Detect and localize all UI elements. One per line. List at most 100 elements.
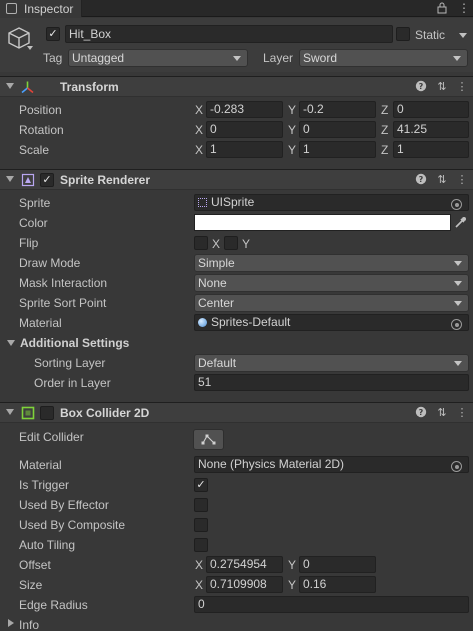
preset-icon[interactable]: ⇅ bbox=[435, 80, 449, 94]
scale-x-field[interactable]: 1 bbox=[206, 141, 283, 158]
used-by-effector-label: Used By Effector bbox=[19, 498, 109, 512]
sprite-renderer-header[interactable]: ✓ Sprite Renderer ? ⇅ ⋮ bbox=[0, 169, 473, 190]
axis-x-label[interactable]: X bbox=[195, 143, 203, 157]
scale-y-field[interactable]: 1 bbox=[299, 141, 376, 158]
eyedropper-icon[interactable] bbox=[454, 216, 467, 229]
sprite-renderer-foldout-icon[interactable] bbox=[6, 176, 14, 182]
layer-dropdown[interactable]: Sword bbox=[299, 49, 468, 67]
auto-tiling-checkbox[interactable] bbox=[194, 538, 208, 552]
axis-x-label[interactable]: X bbox=[195, 578, 203, 592]
help-icon[interactable]: ? bbox=[414, 80, 428, 94]
edit-collider-label: Edit Collider bbox=[19, 430, 84, 444]
axis-z-label[interactable]: Z bbox=[381, 143, 388, 157]
sprite-object-field[interactable]: UISprite bbox=[194, 194, 469, 211]
size-y-field[interactable]: 0.16 bbox=[299, 576, 376, 593]
box-collider-foldout-icon[interactable] bbox=[6, 409, 14, 415]
axis-z-label[interactable]: Z bbox=[381, 123, 388, 137]
active-checkbox[interactable]: ✓ bbox=[46, 27, 60, 41]
scale-z-field[interactable]: 1 bbox=[393, 141, 469, 158]
edge-radius-field[interactable]: 0 bbox=[194, 596, 469, 613]
rotation-x-field[interactable]: 0 bbox=[206, 121, 283, 138]
tab-inspector[interactable]: Inspector bbox=[0, 0, 82, 17]
mask-interaction-row: Mask Interaction None bbox=[0, 273, 473, 293]
axis-z-label[interactable]: Z bbox=[381, 103, 388, 117]
collider-material-field[interactable]: None (Physics Material 2D) bbox=[194, 456, 469, 473]
component-menu-icon[interactable]: ⋮ bbox=[455, 80, 469, 94]
static-dropdown-arrow-icon[interactable] bbox=[459, 33, 467, 38]
draw-mode-label: Draw Mode bbox=[19, 256, 81, 270]
position-y-field[interactable]: -0.2 bbox=[299, 101, 376, 118]
sprite-value: UISprite bbox=[211, 195, 255, 209]
additional-settings-label: Additional Settings bbox=[20, 336, 130, 350]
axis-y-label[interactable]: Y bbox=[288, 578, 296, 592]
position-x-field[interactable]: -0.283 bbox=[206, 101, 283, 118]
size-x-field[interactable]: 0.7109908 bbox=[206, 576, 283, 593]
component-menu-icon[interactable]: ⋮ bbox=[455, 406, 469, 420]
used-by-composite-checkbox[interactable] bbox=[194, 518, 208, 532]
tag-label: Tag bbox=[43, 51, 63, 65]
draw-mode-value: Simple bbox=[198, 256, 235, 270]
rotation-z-field[interactable]: 41.25 bbox=[393, 121, 469, 138]
axis-y-label[interactable]: Y bbox=[288, 143, 296, 157]
edge-radius-row: Edge Radius 0 bbox=[0, 595, 473, 615]
is-trigger-row: Is Trigger ✓ bbox=[0, 475, 473, 495]
draw-mode-dropdown[interactable]: Simple bbox=[194, 254, 469, 272]
axis-y-label[interactable]: Y bbox=[288, 103, 296, 117]
order-in-layer-field[interactable]: 51 bbox=[194, 374, 469, 391]
rotation-y-field[interactable]: 0 bbox=[299, 121, 376, 138]
sprite-sort-point-dropdown[interactable]: Center bbox=[194, 294, 469, 312]
lock-icon[interactable] bbox=[437, 2, 447, 14]
box-collider-header[interactable]: Box Collider 2D ? ⇅ ⋮ bbox=[0, 402, 473, 423]
static-checkbox[interactable] bbox=[396, 27, 410, 41]
inspector-tab-icon bbox=[6, 3, 17, 14]
transform-foldout-icon[interactable] bbox=[6, 83, 14, 89]
gameobject-name-field[interactable]: Hit_Box bbox=[65, 25, 393, 43]
preset-icon[interactable]: ⇅ bbox=[435, 406, 449, 420]
used-by-composite-row: Used By Composite bbox=[0, 515, 473, 535]
more-menu-icon[interactable]: ⋮ bbox=[458, 1, 470, 15]
mask-interaction-label: Mask Interaction bbox=[19, 276, 108, 290]
used-by-effector-row: Used By Effector bbox=[0, 495, 473, 515]
tag-dropdown[interactable]: Untagged bbox=[68, 49, 248, 67]
axis-x-label[interactable]: X bbox=[195, 558, 203, 572]
edge-radius-label: Edge Radius bbox=[19, 598, 88, 612]
sprite-renderer-enabled-checkbox[interactable]: ✓ bbox=[40, 173, 54, 187]
offset-x-field[interactable]: 0.2754954 bbox=[206, 556, 283, 573]
axis-x-label[interactable]: X bbox=[195, 103, 203, 117]
additional-settings-foldout-icon[interactable] bbox=[7, 340, 15, 346]
object-picker-icon[interactable] bbox=[451, 461, 462, 472]
rotation-row: Rotation X 0 Y 0 Z 41.25 bbox=[0, 120, 473, 140]
flip-label: Flip bbox=[19, 236, 39, 250]
sorting-layer-dropdown[interactable]: Default bbox=[194, 354, 469, 372]
collider-material-value: None (Physics Material 2D) bbox=[198, 457, 345, 471]
is-trigger-checkbox[interactable]: ✓ bbox=[194, 478, 208, 492]
icon-dropdown-arrow-icon[interactable] bbox=[27, 46, 33, 50]
transform-header[interactable]: Transform ? ⇅ ⋮ bbox=[0, 76, 473, 97]
component-menu-icon[interactable]: ⋮ bbox=[455, 173, 469, 187]
help-icon[interactable]: ? bbox=[414, 406, 428, 420]
box-collider-enabled-checkbox[interactable] bbox=[40, 406, 54, 420]
flip-y-checkbox[interactable] bbox=[224, 236, 238, 250]
axis-y-label[interactable]: Y bbox=[288, 558, 296, 572]
object-picker-icon[interactable] bbox=[451, 319, 462, 330]
flip-x-label: X bbox=[212, 237, 221, 251]
mask-interaction-dropdown[interactable]: None bbox=[194, 274, 469, 292]
color-swatch[interactable] bbox=[194, 214, 451, 231]
used-by-effector-checkbox[interactable] bbox=[194, 498, 208, 512]
additional-settings-row[interactable]: Additional Settings bbox=[0, 333, 473, 353]
order-in-layer-row: Order in Layer 51 bbox=[0, 373, 473, 393]
material-sphere-icon bbox=[198, 318, 207, 327]
offset-y-field[interactable]: 0 bbox=[299, 556, 376, 573]
position-z-field[interactable]: 0 bbox=[393, 101, 469, 118]
axis-x-label[interactable]: X bbox=[195, 123, 203, 137]
edit-collider-button[interactable] bbox=[193, 429, 224, 450]
help-icon[interactable]: ? bbox=[414, 173, 428, 187]
info-row[interactable]: Info bbox=[0, 615, 473, 631]
info-foldout-icon[interactable] bbox=[8, 619, 14, 627]
object-picker-icon[interactable] bbox=[451, 199, 462, 210]
material-object-field[interactable]: Sprites-Default bbox=[194, 314, 469, 331]
preset-icon[interactable]: ⇅ bbox=[435, 173, 449, 187]
flip-x-checkbox[interactable] bbox=[194, 236, 208, 250]
axis-y-label[interactable]: Y bbox=[288, 123, 296, 137]
sorting-layer-row: Sorting Layer Default bbox=[0, 353, 473, 373]
